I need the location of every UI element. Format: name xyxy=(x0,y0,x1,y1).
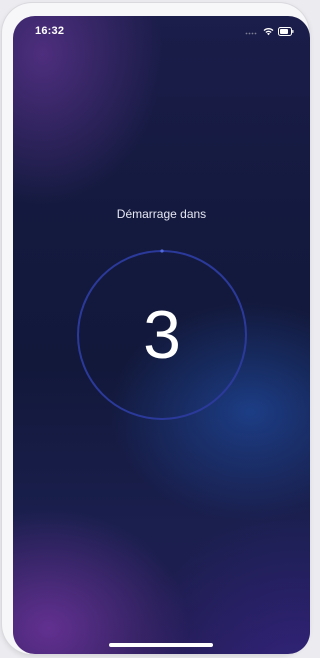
status-icons xyxy=(245,25,294,37)
cellular-signal-icon xyxy=(245,32,257,35)
countdown-number: 3 xyxy=(143,297,181,373)
countdown-screen: 16:32 Démarrage dans 3 xyxy=(13,16,310,654)
countdown-timer: 3 xyxy=(76,249,248,421)
status-time: 16:32 xyxy=(35,25,65,37)
wifi-icon xyxy=(263,27,274,35)
status-bar: 16:32 xyxy=(13,16,310,46)
home-indicator[interactable] xyxy=(109,643,213,647)
countdown-label: Démarrage dans xyxy=(116,207,207,221)
battery-icon xyxy=(278,26,294,36)
